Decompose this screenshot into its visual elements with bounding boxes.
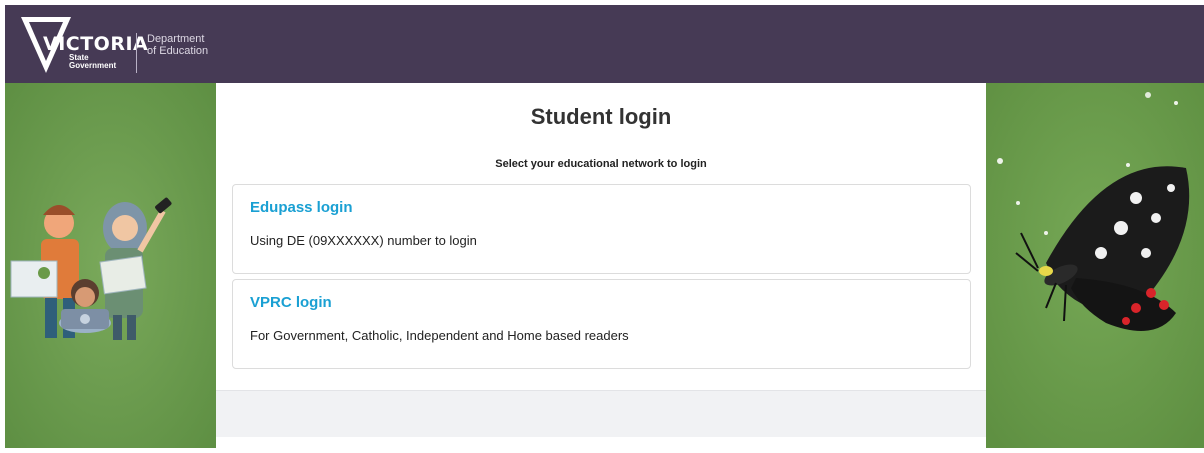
vprc-login-card[interactable]: VPRC login For Government, Catholic, Ind… bbox=[232, 279, 971, 369]
edupass-login-description: Using DE (09XXXXXX) number to login bbox=[250, 233, 477, 248]
department-name: Department of Education bbox=[147, 33, 208, 57]
left-illustration-panel bbox=[5, 83, 216, 448]
page-subtitle: Select your educational network to login bbox=[495, 158, 707, 170]
vprc-login-description: For Government, Catholic, Independent an… bbox=[250, 328, 629, 343]
site-header: VICTORIA State Government Department of … bbox=[5, 5, 1204, 83]
vprc-login-link[interactable]: VPRC login bbox=[250, 294, 332, 311]
edupass-login-card[interactable]: Edupass login Using DE (09XXXXXX) number… bbox=[232, 184, 971, 274]
edupass-login-link[interactable]: Edupass login bbox=[250, 199, 353, 216]
logo-government-line: Government bbox=[69, 61, 117, 70]
logo-divider bbox=[136, 33, 137, 73]
butterfly-illustration bbox=[986, 83, 1204, 448]
right-illustration-panel bbox=[986, 83, 1204, 448]
victoria-government-logo[interactable]: VICTORIA State Government Department of … bbox=[15, 13, 245, 79]
logo-wordmark: VICTORIA bbox=[43, 33, 149, 55]
footer-band bbox=[216, 390, 986, 437]
dept-line-1: Department bbox=[147, 33, 205, 45]
dept-line-2: of Education bbox=[147, 45, 209, 57]
logo-subtext: State Government bbox=[69, 54, 116, 70]
login-panel: Student login Select your educational ne… bbox=[216, 83, 986, 448]
page-title: Student login bbox=[530, 104, 672, 129]
children-reading-illustration bbox=[5, 83, 216, 448]
